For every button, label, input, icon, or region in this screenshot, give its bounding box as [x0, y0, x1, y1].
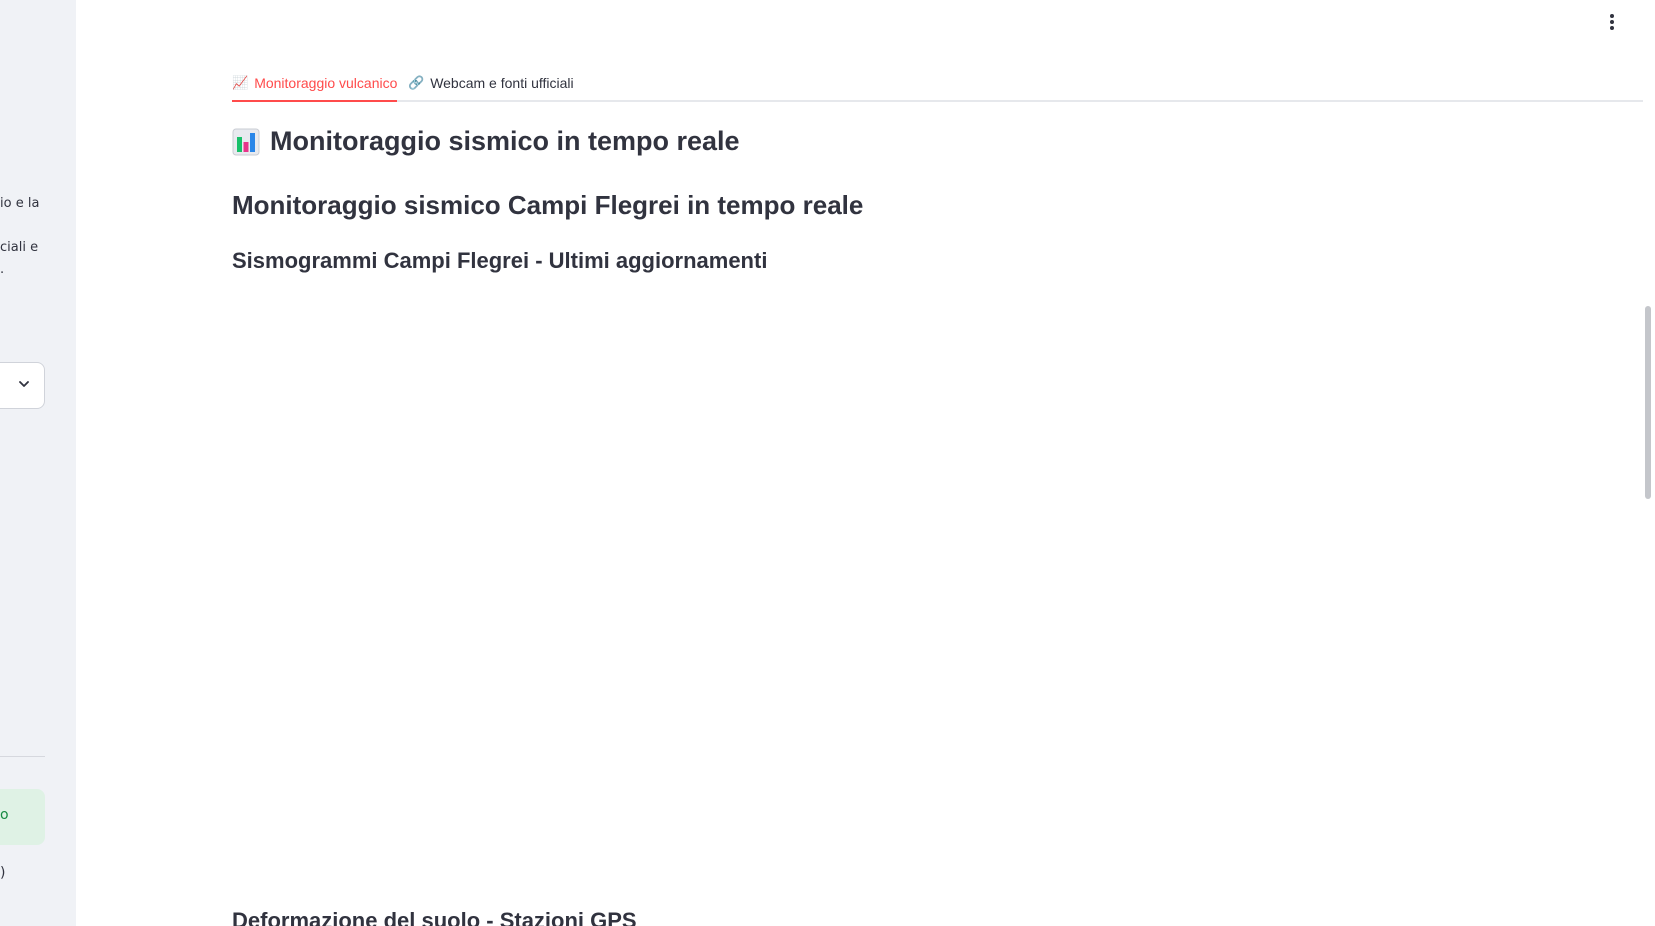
sidebar-text-fragment-1: io e la	[0, 196, 40, 211]
next-section-heading: Deformazione del suolo - Stazioni GPS	[232, 908, 637, 926]
tab-label: Monitoraggio vulcanico	[254, 75, 398, 91]
sidebar-success-alert: o	[0, 789, 45, 845]
tab-monitoraggio-vulcanico[interactable]: 📈 Monitoraggio vulcanico	[232, 66, 398, 102]
sidebar-success-text: o	[0, 807, 9, 823]
seismogram-embed-area	[232, 295, 1643, 885]
link-icon: 🔗	[408, 75, 425, 90]
tab-label: Webcam e fonti ufficiali	[430, 75, 574, 91]
page-title-text: Monitoraggio sismico in tempo reale	[270, 126, 740, 156]
section-heading: Sismogrammi Campi Flegrei - Ultimi aggio…	[232, 248, 768, 273]
main-content: 📈 Monitoraggio vulcanico 🔗 Webcam e font…	[76, 0, 1655, 926]
sidebar-divider	[0, 756, 45, 757]
subtitle: Monitoraggio sismico Campi Flegrei in te…	[232, 190, 864, 220]
sidebar-text-fragment-2: ciali e	[0, 240, 39, 255]
app-page: io e la ciali e . o ) 📈 Monitoraggio vul…	[0, 0, 1655, 926]
vertical-scrollbar[interactable]	[1645, 306, 1651, 499]
sidebar-text-fragment-3: .	[0, 262, 5, 277]
page-title: Monitoraggio sismico in tempo reale	[232, 126, 740, 157]
bar-chart-icon	[232, 128, 260, 155]
chevron-down-icon	[19, 381, 29, 387]
sidebar-footer-fragment: )	[0, 865, 6, 881]
more-vertical-icon[interactable]	[1604, 12, 1620, 32]
tab-webcam-fonti[interactable]: 🔗 Webcam e fonti ufficiali	[408, 66, 574, 100]
tab-bar: 📈 Monitoraggio vulcanico 🔗 Webcam e font…	[232, 66, 1643, 102]
sidebar: io e la ciali e . o )	[0, 0, 76, 926]
chart-increasing-icon: 📈	[232, 75, 249, 90]
sidebar-select[interactable]	[0, 362, 45, 409]
